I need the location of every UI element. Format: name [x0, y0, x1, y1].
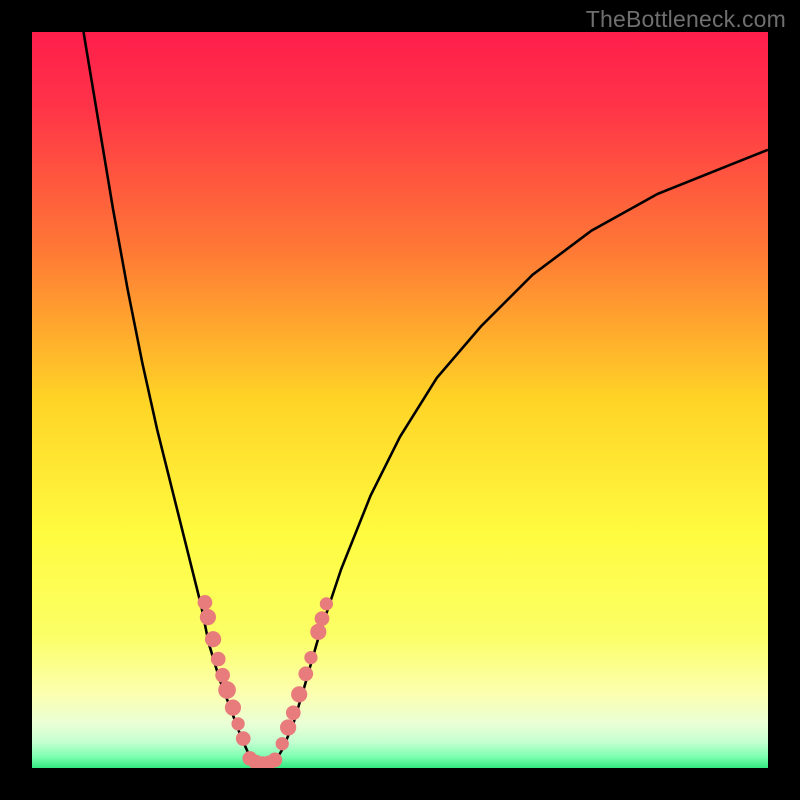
- data-marker: [298, 666, 313, 681]
- chart-frame: TheBottleneck.com: [0, 0, 800, 800]
- data-marker: [211, 652, 226, 667]
- data-marker: [268, 753, 283, 768]
- data-marker: [280, 719, 296, 735]
- right-curve: [275, 150, 768, 762]
- watermark-text: TheBottleneck.com: [586, 6, 786, 33]
- data-marker: [310, 624, 326, 640]
- data-marker: [198, 595, 213, 610]
- plot-area: [32, 32, 768, 768]
- data-marker: [200, 609, 216, 625]
- curve-layer: [32, 32, 768, 768]
- data-marker: [315, 611, 330, 626]
- data-marker: [215, 668, 230, 683]
- data-marker: [225, 700, 241, 716]
- left-curve: [84, 32, 253, 762]
- data-marker: [231, 717, 244, 730]
- marker-group: [198, 595, 333, 768]
- data-marker: [218, 681, 236, 699]
- data-marker: [205, 631, 221, 647]
- data-marker: [291, 686, 307, 702]
- data-marker: [320, 597, 333, 610]
- data-marker: [304, 651, 317, 664]
- data-marker: [276, 737, 289, 750]
- data-marker: [236, 731, 251, 746]
- data-marker: [286, 705, 301, 720]
